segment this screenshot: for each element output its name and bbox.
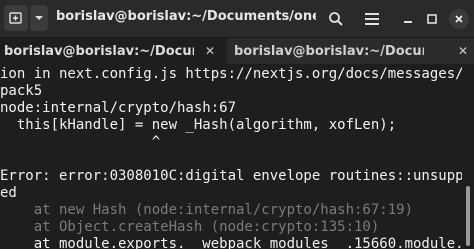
tab-menu-button[interactable]	[30, 5, 48, 31]
new-tab-button[interactable]	[4, 5, 28, 31]
hamburger-menu-icon	[365, 13, 379, 25]
terminal-scrollbar[interactable]	[466, 186, 470, 246]
stack-frame: at module.exports.__webpack_modules__.15…	[0, 236, 462, 249]
minimize-icon	[404, 21, 412, 23]
tab-label: borislav@borislav:~/Documents...	[4, 43, 194, 59]
new-tab-icon	[9, 12, 22, 24]
window-title: borislav@borislav:~/Documents/one/projec…	[56, 9, 316, 24]
terminal-line: ed	[0, 185, 17, 201]
main-menu-button[interactable]	[358, 6, 386, 32]
tab-terminal-2[interactable]: borislav@borislav:~/Documents... ✕	[228, 38, 474, 64]
terminal-line: ion in next.config.js https://nextjs.org…	[0, 66, 462, 82]
minimize-button[interactable]	[398, 6, 418, 32]
tab-terminal-1[interactable]: borislav@borislav:~/Documents... ✕	[0, 38, 226, 64]
stack-location: (node:internal/crypto/hash:67:19)	[134, 202, 414, 218]
stack-frame: at Object.createHash	[0, 219, 211, 235]
tab-label: borislav@borislav:~/Documents...	[234, 43, 424, 59]
stack-trace-line: at module.exports.__webpack_modules__.15…	[0, 236, 462, 249]
title-bar: borislav@borislav:~/Documents/one/projec…	[0, 0, 474, 38]
chevron-down-icon	[35, 16, 43, 20]
maximize-button[interactable]	[422, 6, 442, 32]
terminal-line: pack5	[0, 83, 43, 99]
search-icon	[329, 12, 343, 26]
tab-close-icon[interactable]: ✕	[203, 44, 217, 58]
close-button[interactable]	[448, 6, 470, 32]
close-circle	[449, 9, 469, 29]
tab-close-icon[interactable]: ✕	[456, 44, 470, 58]
search-button[interactable]	[322, 6, 350, 32]
stack-location: (node:crypto:135:10)	[210, 219, 380, 235]
stack-trace-line: at Object.createHash (node:crypto:135:10…	[0, 219, 462, 236]
tab-bar: borislav@borislav:~/Documents... ✕ boris…	[0, 38, 474, 64]
terminal-line: ^	[0, 134, 161, 150]
terminal-line: Error: error:0308010C:digital envelope r…	[0, 168, 462, 184]
maximize-icon	[427, 14, 437, 24]
terminal-output[interactable]: ion in next.config.js https://nextjs.org…	[0, 64, 474, 249]
stack-trace-line: at new Hash (node:internal/crypto/hash:6…	[0, 202, 462, 219]
stack-frame: at new Hash	[0, 202, 135, 218]
terminal-line: this[kHandle] = new _Hash(algorithm, xof…	[0, 117, 397, 133]
close-icon	[455, 15, 463, 23]
terminal-line: node:internal/crypto/hash:67	[0, 100, 237, 116]
